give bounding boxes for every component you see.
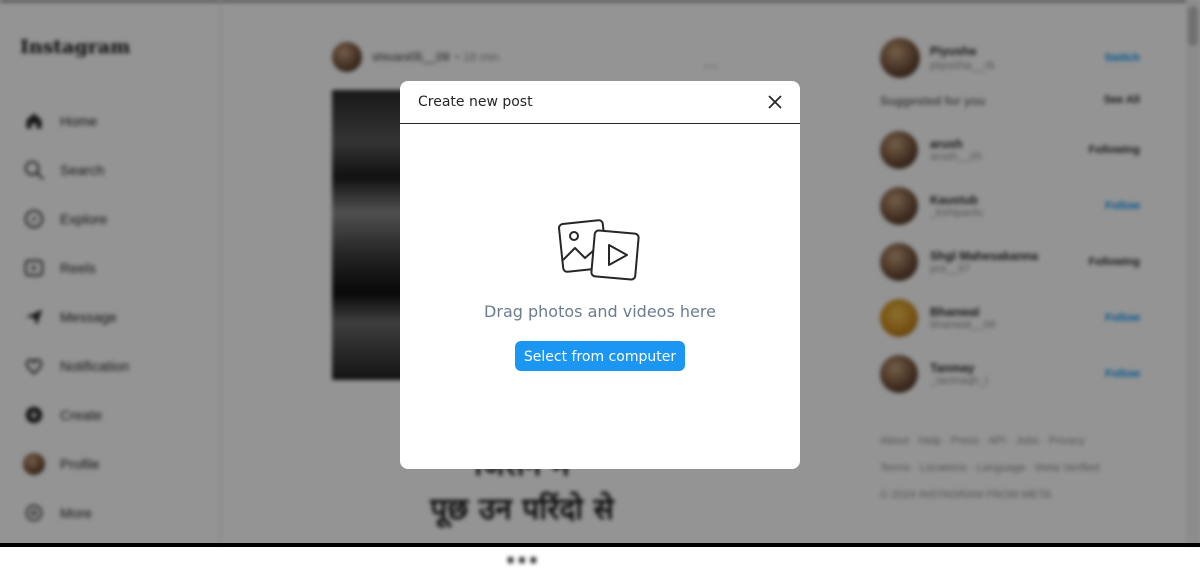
select-from-computer-button[interactable]: Select from computer bbox=[515, 341, 685, 371]
bottom-edge bbox=[0, 543, 1200, 547]
drag-instructions: Drag photos and videos here bbox=[484, 302, 716, 321]
dialog-header: Create new post bbox=[400, 81, 800, 124]
dialog-body[interactable]: Drag photos and videos here Select from … bbox=[400, 124, 800, 469]
photo-video-icon bbox=[558, 218, 642, 287]
close-icon[interactable] bbox=[766, 93, 784, 111]
create-post-dialog: Create new post Drag photos and videos h… bbox=[400, 81, 800, 469]
instagram-app: Instagram Home Search Explore Reels Mess… bbox=[0, 0, 1200, 571]
dialog-title: Create new post bbox=[418, 94, 533, 110]
